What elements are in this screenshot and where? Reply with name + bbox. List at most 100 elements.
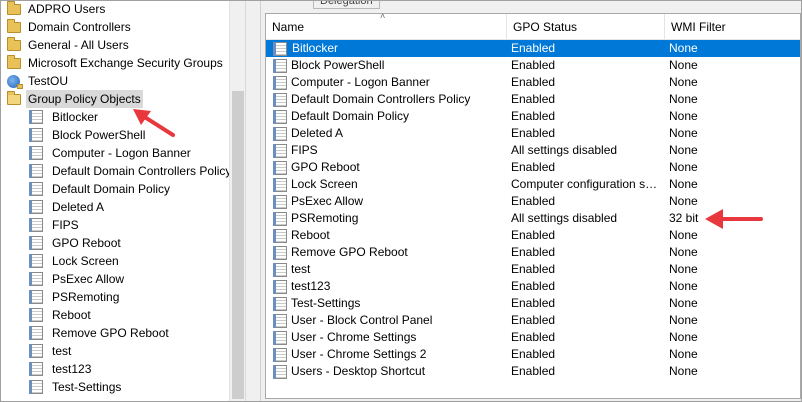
gpo-status-cell: Enabled <box>511 126 556 140</box>
gpo-icon <box>273 126 287 141</box>
gpo-name: User - Chrome Settings 2 <box>291 347 427 361</box>
wmi-filter-cell: None <box>669 75 698 89</box>
gpo-status-cell: Enabled <box>511 262 556 276</box>
tree-item[interactable]: Remove GPO Reboot <box>29 324 171 342</box>
gpo-name-cell: Reboot <box>271 227 505 244</box>
column-header-name[interactable]: ˄ Name <box>266 14 507 39</box>
tree-item[interactable]: ADPRO Users <box>7 1 107 18</box>
column-header-wmi-filter[interactable]: WMI Filter <box>665 14 800 39</box>
gpo-name: PSRemoting <box>291 211 359 225</box>
tree-scrollbar-thumb[interactable] <box>232 91 244 399</box>
gpo-icon <box>29 308 43 322</box>
column-header-gpo-status[interactable]: GPO Status <box>507 14 665 39</box>
tree-item-label: PsExec Allow <box>52 272 125 286</box>
tree-item-label: test123 <box>52 362 92 376</box>
column-header-wmi-filter-label: WMI Filter <box>671 20 726 34</box>
tree-item[interactable]: Computer - Logon Banner <box>29 144 193 162</box>
tree-item-label: Deleted A <box>52 200 105 214</box>
table-row[interactable]: Lock Screen Computer configuration settin… <box>266 176 800 193</box>
tree-item-label: Reboot <box>52 308 91 322</box>
gpo-icon <box>29 290 43 304</box>
tree-item[interactable]: PSRemoting <box>29 288 121 306</box>
gpo-icon <box>29 110 43 124</box>
gpo-icon <box>29 182 43 196</box>
wmi-filter-cell: None <box>669 347 698 361</box>
table-row[interactable]: Users - Desktop Shortcut Enabled None <box>266 363 800 380</box>
tree-scrollbar[interactable] <box>229 1 246 401</box>
tree-item[interactable]: test123 <box>29 360 93 378</box>
tree-item[interactable]: Default Domain Controllers Policy <box>29 162 229 180</box>
table-row[interactable]: Default Domain Controllers Policy Enabled… <box>266 91 800 108</box>
gpo-icon <box>273 194 287 209</box>
tree-item[interactable]: Reboot <box>29 306 93 324</box>
gpo-name: Test-Settings <box>291 296 361 310</box>
gpo-status-cell: Enabled <box>511 160 556 174</box>
tree-item[interactable]: Microsoft Exchange Security Groups <box>7 54 225 72</box>
table-row[interactable]: User - Chrome Settings Enabled None <box>266 329 800 346</box>
table-row[interactable]: Remove GPO Reboot Enabled None <box>266 244 800 261</box>
gpo-icon <box>273 245 287 260</box>
gpo-icon <box>29 236 43 250</box>
table-row[interactable]: User - Block Control Panel Enabled None <box>266 312 800 329</box>
table-row[interactable]: test123 Enabled None <box>266 278 800 295</box>
table-row[interactable]: FIPS All settings disabled None <box>266 142 800 159</box>
gpo-icon <box>273 58 287 73</box>
table-row[interactable]: test Enabled None <box>266 261 800 278</box>
gpo-icon <box>273 143 287 158</box>
tab-strip: Delegation <box>261 1 801 11</box>
tree-item[interactable]: Group Policy Objects <box>7 90 143 108</box>
gpo-status-cell: Enabled <box>511 41 556 55</box>
tree-item-label: Remove GPO Reboot <box>52 326 169 340</box>
table-row[interactable]: Computer - Logon Banner Enabled None <box>266 74 800 91</box>
table-row[interactable]: Deleted A Enabled None <box>266 125 800 142</box>
gpo-status-cell: Enabled <box>511 58 556 72</box>
tree-item[interactable]: Default Domain Policy <box>29 180 172 198</box>
tree-item-label: Default Domain Policy <box>52 182 171 196</box>
tree-item[interactable]: General - All Users <box>7 36 131 54</box>
tree-item-label: PSRemoting <box>52 290 120 304</box>
gpo-status-cell: All settings disabled <box>511 143 618 157</box>
table-row[interactable]: Block PowerShell Enabled None <box>266 57 800 74</box>
tree-item[interactable]: test <box>29 342 73 360</box>
table-row[interactable]: GPO Reboot Enabled None <box>266 159 800 176</box>
gpo-name: test123 <box>291 279 331 293</box>
gpo-icon <box>273 228 287 243</box>
tree-item[interactable]: TestOU <box>7 72 70 90</box>
gpo-status-cell: Enabled <box>511 279 556 293</box>
tree-item[interactable]: GPO Reboot <box>29 234 123 252</box>
annotation-arrow-wmi <box>705 209 763 229</box>
tree-item[interactable]: FIPS <box>29 216 81 234</box>
gpo-name-cell: Bitlocker <box>271 40 505 57</box>
gpo-name: Reboot <box>291 228 330 242</box>
gpo-name: PsExec Allow <box>291 194 364 208</box>
tree-item[interactable]: Domain Controllers <box>7 18 133 36</box>
gpo-name-cell: Remove GPO Reboot <box>271 244 505 261</box>
gpo-name-cell: Users - Desktop Shortcut <box>271 363 505 380</box>
wmi-filter-cell: None <box>669 279 698 293</box>
gpo-name: GPO Reboot <box>291 160 360 174</box>
column-header-name-label: Name <box>272 20 305 34</box>
tab-delegation[interactable]: Delegation <box>313 1 380 9</box>
folder-icon <box>7 1 21 15</box>
tree-item-label: TestOU <box>28 74 69 88</box>
pane-splitter[interactable] <box>245 1 261 401</box>
tree-item[interactable]: Bitlocker <box>29 108 100 126</box>
table-row[interactable]: User - Chrome Settings 2 Enabled None <box>266 346 800 363</box>
gpo-name: Bitlocker <box>292 41 339 55</box>
table-row[interactable]: Default Domain Policy Enabled None <box>266 108 800 125</box>
table-row[interactable]: Bitlocker Enabled None <box>266 40 800 57</box>
table-row[interactable]: Test-Settings Enabled None <box>266 295 800 312</box>
gpo-icon <box>29 218 43 232</box>
gpo-icon <box>273 330 287 345</box>
tree-item-label: GPO Reboot <box>52 236 121 250</box>
details-pane: Delegation ˄ Name GPO Status WMI Filter … <box>261 1 801 401</box>
gpo-name: Remove GPO Reboot <box>291 245 408 259</box>
tree-item[interactable]: Test-Settings <box>29 378 123 396</box>
tree-item[interactable]: PsExec Allow <box>29 270 126 288</box>
gpo-name: Default Domain Controllers Policy <box>291 92 471 106</box>
tree-item[interactable]: Lock Screen <box>29 252 121 270</box>
wmi-filter-cell: None <box>669 245 698 259</box>
tree-item[interactable]: Deleted A <box>29 198 106 216</box>
tree-item-label: Default Domain Controllers Policy <box>52 164 229 178</box>
tree-item-label: test <box>52 344 72 358</box>
